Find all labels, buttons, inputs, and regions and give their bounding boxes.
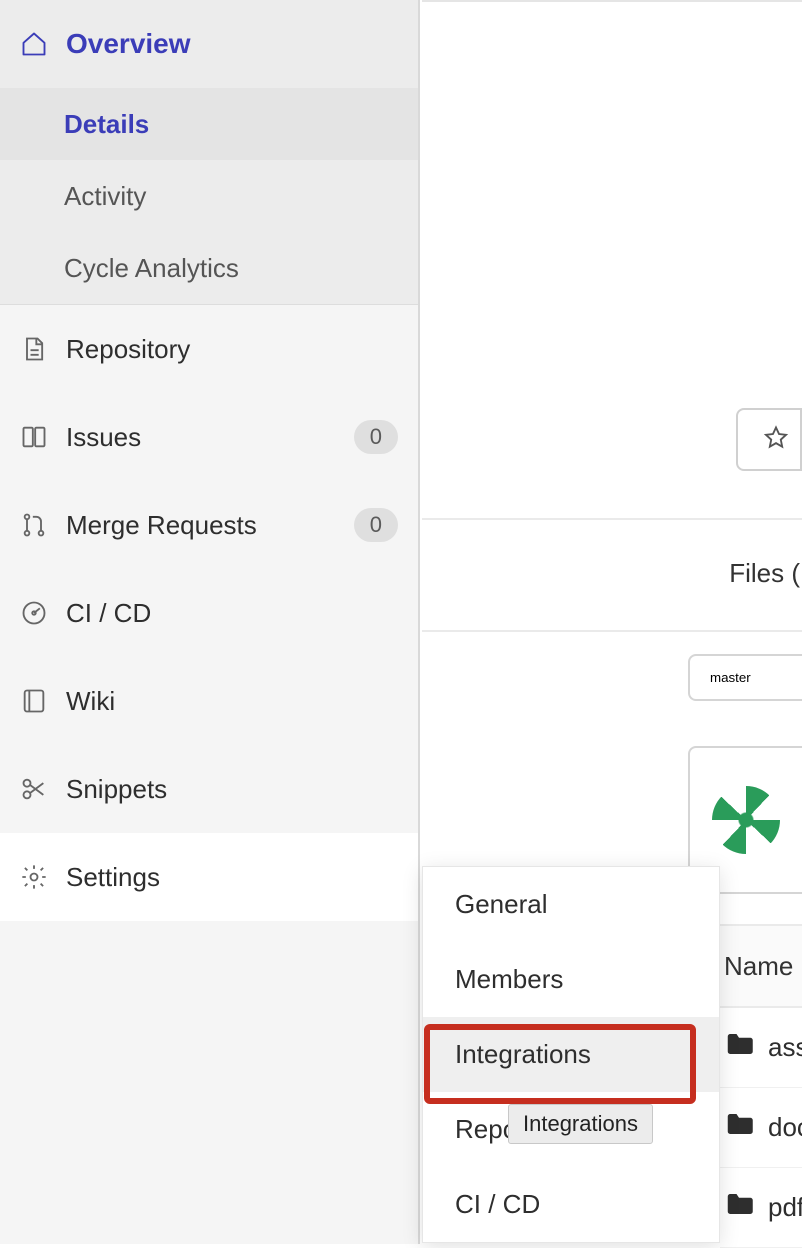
sidebar-sub-label: Cycle Analytics bbox=[64, 253, 239, 284]
sidebar-item-label: Settings bbox=[66, 862, 398, 893]
flyout-item-members[interactable]: Members bbox=[423, 942, 719, 1017]
flyout-item-cicd[interactable]: CI / CD bbox=[423, 1167, 719, 1242]
home-icon bbox=[20, 30, 48, 58]
file-row[interactable]: doc bbox=[720, 1088, 802, 1168]
file-row[interactable]: pdf bbox=[720, 1168, 802, 1248]
sidebar-item-label: Merge Requests bbox=[66, 510, 336, 541]
star-icon bbox=[762, 424, 790, 455]
sidebar-item-snippets[interactable]: Snippets bbox=[0, 745, 418, 833]
sidebar-item-label: Snippets bbox=[66, 774, 398, 805]
file-name: pdf bbox=[768, 1192, 802, 1223]
folder-icon bbox=[724, 1109, 754, 1146]
issues-count-badge: 0 bbox=[354, 420, 398, 454]
tab-label: Files ( bbox=[729, 558, 800, 588]
sidebar-sub-details[interactable]: Details bbox=[0, 88, 418, 160]
sidebar-item-wiki[interactable]: Wiki bbox=[0, 657, 418, 745]
tooltip-text: Integrations bbox=[523, 1111, 638, 1136]
tooltip: Integrations bbox=[508, 1104, 653, 1144]
sidebar-item-label: Wiki bbox=[66, 686, 398, 717]
sidebar-item-settings[interactable]: Settings bbox=[0, 833, 418, 921]
sidebar-sub-cycle-analytics[interactable]: Cycle Analytics bbox=[0, 232, 418, 304]
gear-icon bbox=[20, 863, 48, 891]
branch-name: master bbox=[710, 670, 751, 685]
flyout-item-label: Members bbox=[455, 964, 563, 994]
divider bbox=[422, 630, 802, 632]
flyout-item-general[interactable]: General bbox=[423, 867, 719, 942]
sidebar-item-repository[interactable]: Repository bbox=[0, 305, 418, 393]
issues-icon bbox=[20, 423, 48, 451]
file-name: doc bbox=[768, 1112, 802, 1143]
sidebar-sub-activity[interactable]: Activity bbox=[0, 160, 418, 232]
sidebar-item-label: Repository bbox=[66, 334, 398, 365]
sidebar-sub-label: Activity bbox=[64, 181, 146, 212]
sidebar-sub-label: Details bbox=[64, 109, 149, 140]
flyout-item-label: CI / CD bbox=[455, 1189, 540, 1219]
star-button[interactable] bbox=[736, 408, 802, 471]
sidebar-item-issues[interactable]: Issues 0 bbox=[0, 393, 418, 481]
tab-files[interactable]: Files ( bbox=[729, 558, 802, 589]
scissors-icon bbox=[20, 775, 48, 803]
file-table-header: Name bbox=[720, 924, 802, 1008]
mr-count-badge: 0 bbox=[354, 508, 398, 542]
settings-flyout: General Members Integrations Repository … bbox=[422, 866, 720, 1243]
flyout-item-integrations[interactable]: Integrations bbox=[423, 1017, 719, 1092]
sidebar-item-label: CI / CD bbox=[66, 598, 398, 629]
book-icon bbox=[20, 687, 48, 715]
merge-request-icon bbox=[20, 511, 48, 539]
sidebar: Overview Details Activity Cycle Analytic… bbox=[0, 0, 420, 1244]
sidebar-item-label: Overview bbox=[66, 28, 398, 60]
sidebar-item-overview[interactable]: Overview bbox=[0, 0, 418, 88]
file-row[interactable]: ass bbox=[720, 1008, 802, 1088]
folder-icon bbox=[724, 1189, 754, 1226]
document-icon bbox=[20, 335, 48, 363]
divider bbox=[422, 518, 802, 520]
sidebar-item-merge-requests[interactable]: Merge Requests 0 bbox=[0, 481, 418, 569]
speedometer-icon bbox=[20, 599, 48, 627]
folder-icon bbox=[724, 1029, 754, 1066]
column-header-name: Name bbox=[724, 951, 793, 982]
flyout-item-label: Integrations bbox=[455, 1039, 591, 1069]
flyout-item-label: General bbox=[455, 889, 548, 919]
avatar bbox=[712, 786, 780, 854]
sidebar-item-label: Issues bbox=[66, 422, 336, 453]
sidebar-item-cicd[interactable]: CI / CD bbox=[0, 569, 418, 657]
sidebar-group-overview: Overview Details Activity Cycle Analytic… bbox=[0, 0, 418, 305]
branch-selector[interactable]: master bbox=[688, 654, 802, 701]
file-name: ass bbox=[768, 1032, 802, 1063]
